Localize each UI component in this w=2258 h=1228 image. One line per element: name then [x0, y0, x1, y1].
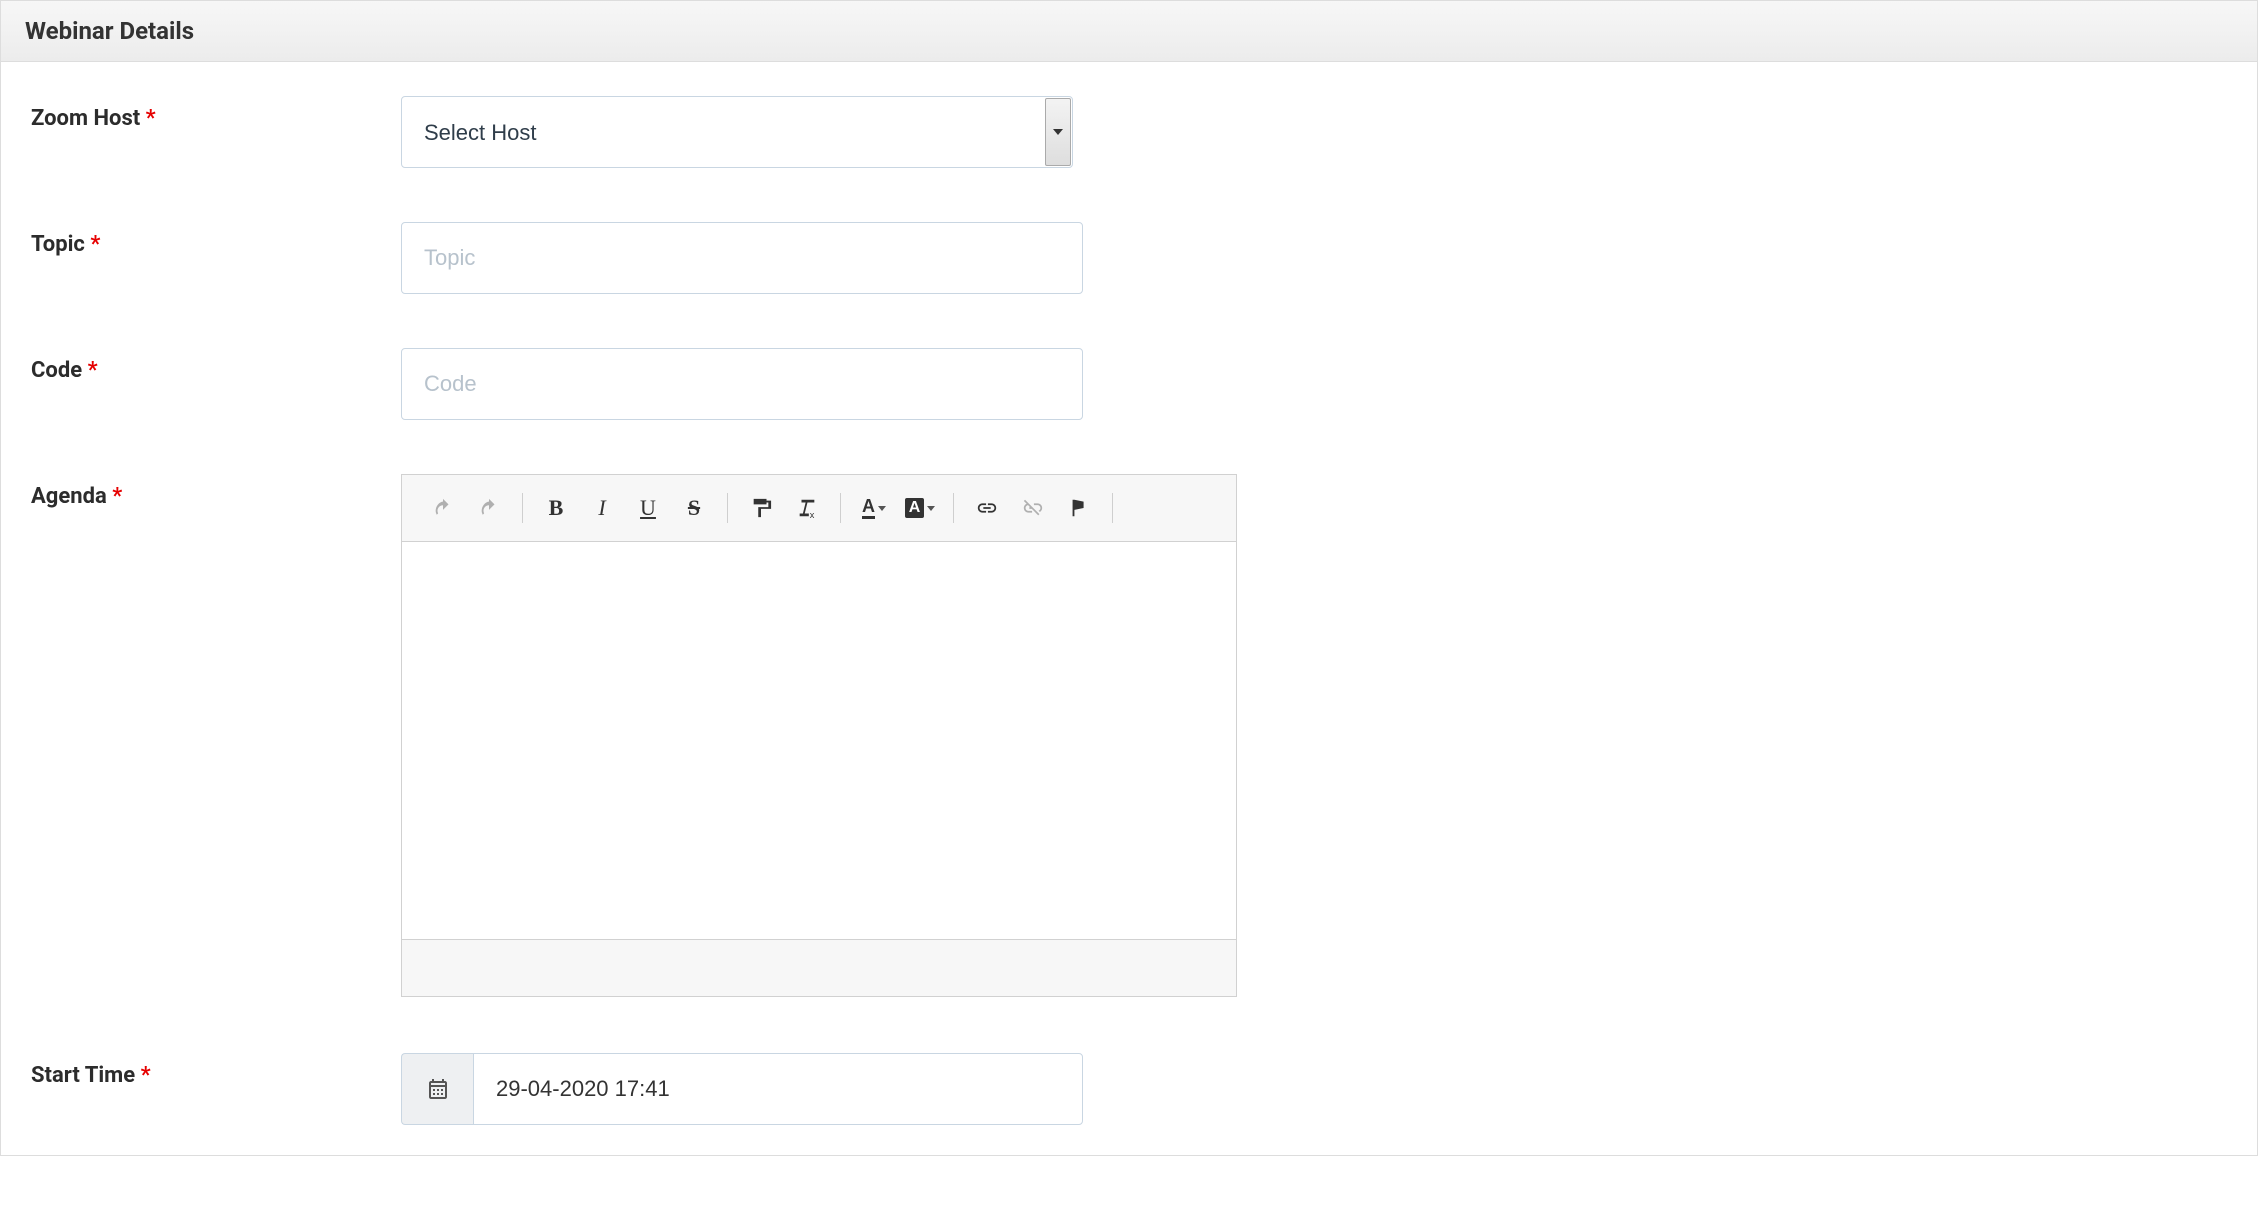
- zoom-host-select[interactable]: Select Host: [401, 96, 1073, 168]
- topic-label: Topic *: [31, 222, 401, 257]
- paint-roller-icon: [750, 497, 772, 519]
- toolbar-separator: [953, 493, 954, 523]
- calendar-addon[interactable]: [401, 1053, 473, 1125]
- required-marker: *: [141, 1063, 151, 1088]
- text-color-button[interactable]: A: [855, 489, 893, 527]
- redo-icon: [478, 497, 500, 519]
- editor-footer: [402, 940, 1236, 996]
- strike-button[interactable]: S: [675, 489, 713, 527]
- strike-icon: S: [688, 495, 700, 521]
- bg-color-icon: A: [905, 498, 925, 518]
- editor-toolbar: B I U S x A: [402, 475, 1236, 542]
- undo-button[interactable]: [424, 489, 462, 527]
- unlink-icon: [1022, 497, 1044, 519]
- row-zoom-host: Zoom Host * Select Host: [31, 96, 2227, 168]
- panel-header: Webinar Details: [1, 0, 2257, 62]
- flag-icon: [1068, 497, 1090, 519]
- required-marker: *: [112, 484, 122, 509]
- toolbar-separator: [1112, 493, 1113, 523]
- unlink-button[interactable]: [1014, 489, 1052, 527]
- italic-icon: I: [598, 495, 605, 521]
- italic-button[interactable]: I: [583, 489, 621, 527]
- bold-icon: B: [549, 495, 564, 521]
- redo-button[interactable]: [470, 489, 508, 527]
- bold-button[interactable]: B: [537, 489, 575, 527]
- topic-input[interactable]: [401, 222, 1083, 294]
- required-marker: *: [90, 232, 100, 257]
- chevron-down-icon: [927, 506, 935, 511]
- agenda-textarea[interactable]: [402, 542, 1236, 940]
- code-input[interactable]: [401, 348, 1083, 420]
- calendar-icon: [426, 1077, 450, 1101]
- webinar-details-panel: Webinar Details Zoom Host * Select Host …: [0, 0, 2258, 1156]
- underline-button[interactable]: U: [629, 489, 667, 527]
- code-label: Code *: [31, 348, 401, 383]
- toolbar-separator: [522, 493, 523, 523]
- row-agenda: Agenda * B I U: [31, 474, 2227, 997]
- remove-format-icon: x: [796, 497, 818, 519]
- start-time-group: [401, 1053, 1083, 1125]
- anchor-button[interactable]: [1060, 489, 1098, 527]
- row-topic: Topic *: [31, 222, 2227, 294]
- toolbar-separator: [727, 493, 728, 523]
- text-color-icon: A: [862, 497, 875, 519]
- start-time-label: Start Time *: [31, 1053, 401, 1088]
- required-marker: *: [146, 106, 156, 131]
- zoom-host-select-wrap: Select Host: [401, 96, 1073, 168]
- panel-title: Webinar Details: [25, 17, 2233, 45]
- agenda-editor: B I U S x A: [401, 474, 1237, 997]
- agenda-label: Agenda *: [31, 474, 401, 509]
- underline-icon: U: [640, 495, 656, 521]
- link-icon: [976, 497, 998, 519]
- copy-formatting-button[interactable]: [742, 489, 780, 527]
- row-start-time: Start Time *: [31, 1053, 2227, 1125]
- bg-color-button[interactable]: A: [901, 489, 939, 527]
- zoom-host-label: Zoom Host *: [31, 96, 401, 131]
- remove-format-button[interactable]: x: [788, 489, 826, 527]
- panel-body: Zoom Host * Select Host Topic *: [1, 62, 2257, 1155]
- required-marker: *: [88, 358, 98, 383]
- toolbar-separator: [840, 493, 841, 523]
- start-time-input[interactable]: [473, 1053, 1083, 1125]
- undo-icon: [432, 497, 454, 519]
- link-button[interactable]: [968, 489, 1006, 527]
- chevron-down-icon: [878, 506, 886, 511]
- row-code: Code *: [31, 348, 2227, 420]
- svg-text:x: x: [810, 510, 815, 519]
